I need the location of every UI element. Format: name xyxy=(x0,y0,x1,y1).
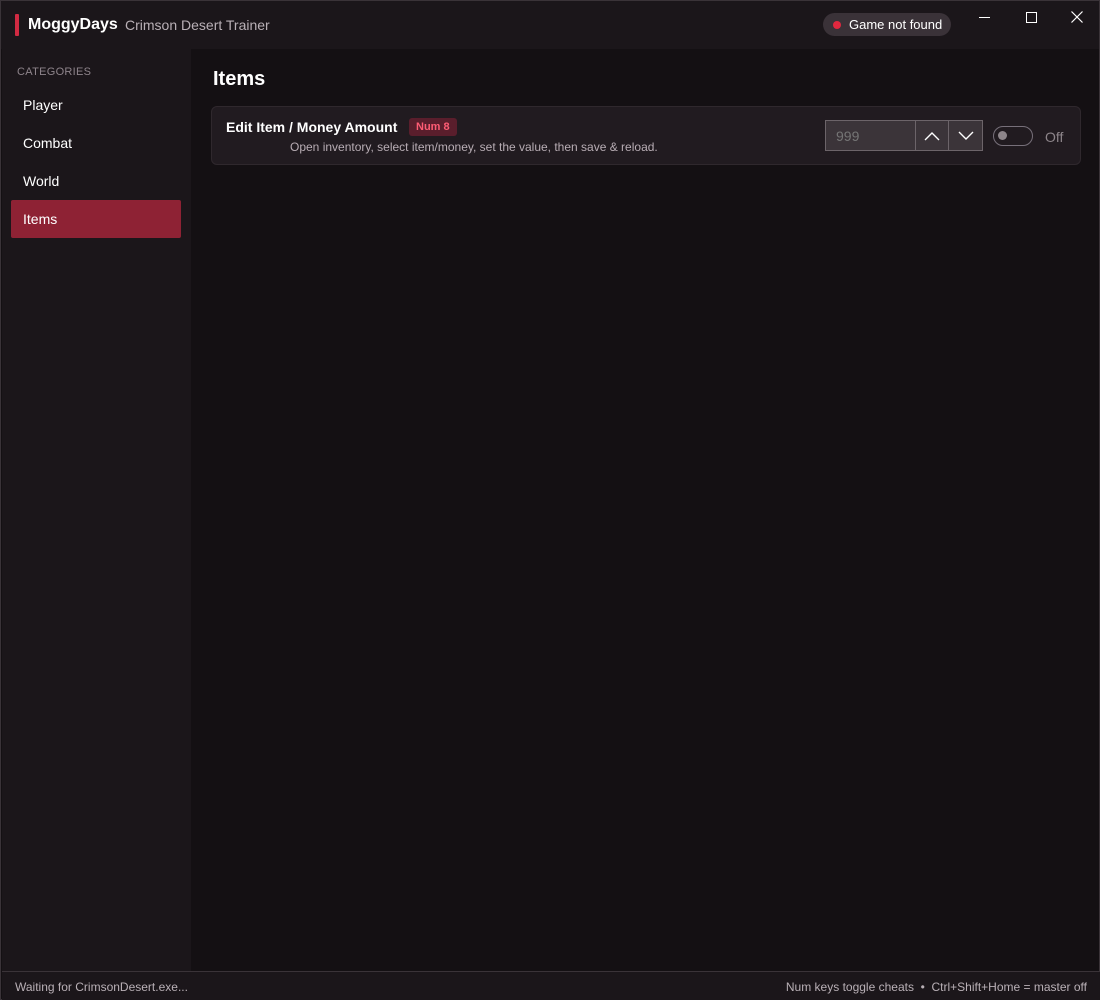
sidebar-item-player[interactable]: Player xyxy=(11,86,181,124)
close-icon xyxy=(1071,11,1083,23)
status-bar: Waiting for CrimsonDesert.exe... Num key… xyxy=(2,971,1100,1000)
sidebar-item-combat[interactable]: Combat xyxy=(11,124,181,162)
close-button[interactable] xyxy=(1054,1,1100,33)
minimize-button[interactable] xyxy=(961,1,1007,33)
cheat-name: Edit Item / Money Amount xyxy=(226,119,398,135)
connection-status: Waiting for CrimsonDesert.exe... xyxy=(15,980,188,994)
minimize-icon xyxy=(978,16,990,18)
cheat-description: Open inventory, select item/money, set t… xyxy=(290,140,658,154)
toggle-knob xyxy=(998,131,1007,140)
main-content: Items Edit Item / Money Amount Num 8 Ope… xyxy=(191,49,1100,971)
chevron-down-icon xyxy=(958,131,973,140)
game-status-text: Game not found xyxy=(849,17,943,32)
amount-input[interactable] xyxy=(825,120,915,151)
categories-label: CATEGORIES xyxy=(17,66,92,78)
page-title: Items xyxy=(213,68,266,90)
status-dot-icon xyxy=(833,20,841,29)
sidebar: CATEGORIES Player Combat World Items xyxy=(2,49,191,971)
hotkey-badge: Num 8 xyxy=(409,118,457,136)
cheat-toggle[interactable] xyxy=(993,126,1033,146)
cheat-row: Edit Item / Money Amount Num 8 Open inve… xyxy=(211,106,1081,165)
game-status-badge: Game not found xyxy=(823,13,951,36)
title-bar[interactable]: MoggyDays Crimson Desert Trainer Game no… xyxy=(1,1,1099,49)
sidebar-item-world[interactable]: World xyxy=(11,162,181,200)
sidebar-item-items[interactable]: Items xyxy=(11,200,181,238)
maximize-button[interactable] xyxy=(1008,1,1054,33)
brand-name: MoggyDays xyxy=(28,16,118,33)
app-window: MoggyDays Crimson Desert Trainer Game no… xyxy=(0,0,1100,1000)
toggle-state-label: Off xyxy=(1045,129,1064,145)
maximize-icon xyxy=(1025,11,1037,23)
app-subtitle: Crimson Desert Trainer xyxy=(125,17,270,33)
brand-accent-bar xyxy=(15,14,19,36)
hotkey-hint: Num keys toggle cheats • Ctrl+Shift+Home… xyxy=(785,980,1087,994)
increment-button[interactable] xyxy=(915,120,949,151)
chevron-up-icon xyxy=(924,131,940,140)
decrement-button[interactable] xyxy=(949,120,983,151)
